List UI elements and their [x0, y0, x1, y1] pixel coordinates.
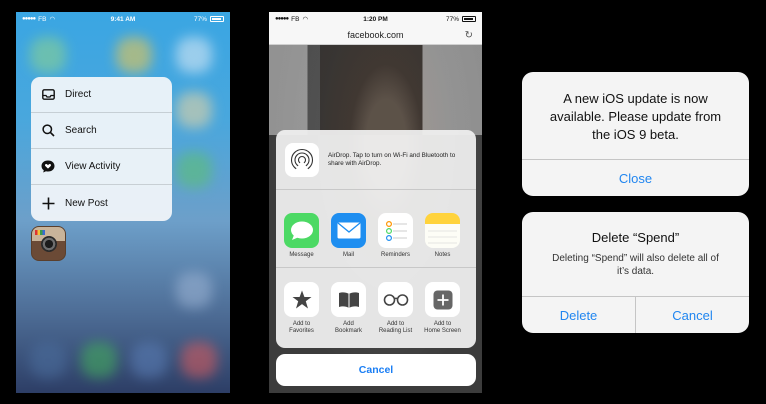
quick-action-label: New Post	[65, 197, 108, 209]
action-label-line2: Favorites	[289, 328, 314, 334]
message-icon	[284, 213, 319, 248]
delete-alert-message: Deleting “Spend” will also delete all of…	[522, 252, 749, 278]
reminders-icon	[378, 213, 413, 248]
url-text: facebook.com	[347, 30, 404, 40]
action-label-line2: Home Screen	[424, 328, 461, 334]
blurred-dock-icon	[131, 342, 167, 378]
share-apps-row: Message Mail Reminders Notes	[276, 190, 476, 268]
delete-button[interactable]: Delete	[522, 297, 636, 333]
mail-icon	[331, 213, 366, 248]
share-app-mail[interactable]: Mail	[331, 213, 366, 259]
carrier-label: FB	[38, 15, 47, 23]
action-label-line1: Add to	[433, 321, 452, 327]
share-app-label: Reminders	[380, 252, 410, 258]
blurred-app-icon	[176, 92, 212, 128]
signal-icon: ●●●●●	[275, 16, 289, 22]
glasses-icon	[378, 282, 413, 317]
blurred-app-icon	[176, 152, 212, 188]
notes-icon	[425, 213, 460, 248]
share-app-reminders[interactable]: Reminders	[378, 213, 413, 259]
blurred-app-icon	[30, 37, 66, 73]
delete-alert-title: Delete “Spend”	[591, 230, 680, 245]
wifi-icon: ◠	[49, 16, 56, 23]
delete-alert: Delete “Spend” Deleting “Spend” will als…	[522, 212, 749, 333]
blurred-dock-icon	[181, 342, 217, 378]
quick-action-view-activity[interactable]: View Activity	[31, 149, 172, 185]
alert-button-bar: Delete Cancel	[522, 296, 749, 333]
blurred-app-icon	[116, 37, 152, 73]
alert-button-bar: Close	[522, 159, 749, 196]
plus-square-icon	[425, 282, 460, 317]
reload-icon[interactable]: ↻	[465, 26, 473, 45]
battery-icon	[462, 16, 476, 22]
carrier-label: FB	[291, 15, 300, 23]
star-icon	[284, 282, 319, 317]
share-sheet: AirDrop. Tap to turn on Wi-Fi and Blueto…	[276, 130, 476, 348]
action-label-line2: Reading List	[378, 328, 413, 334]
update-alert: A new iOS update is now available. Pleas…	[522, 72, 749, 196]
airdrop-description: AirDrop. Tap to turn on Wi-Fi and Blueto…	[328, 151, 456, 167]
signal-icon: ●●●●●	[22, 16, 36, 22]
close-button[interactable]: Close	[522, 160, 749, 196]
message-line: the iOS 9 beta.	[592, 127, 679, 142]
airdrop-row[interactable]: AirDrop. Tap to turn on Wi-Fi and Blueto…	[276, 130, 476, 190]
wifi-icon: ◠	[302, 16, 309, 23]
battery-percent: 77%	[445, 15, 459, 23]
message-line: it’s data.	[616, 266, 655, 277]
blurred-app-icon	[176, 37, 212, 73]
update-alert-message: A new iOS update is now available. Pleas…	[522, 90, 749, 144]
blurred-app-icon	[176, 272, 212, 308]
share-app-label: Mail	[342, 252, 354, 258]
quick-action-label: Direct	[65, 89, 92, 100]
battery-percent: 77%	[193, 15, 207, 23]
webpage-photo	[269, 45, 482, 135]
share-cancel-button[interactable]: Cancel	[276, 354, 476, 386]
status-bar: ●●●●● FB ◠ 9:41 AM 77%	[16, 12, 230, 26]
share-app-label: Notes	[434, 252, 451, 258]
action-add-to-favorites[interactable]: Add to Favorites	[284, 282, 319, 335]
quick-action-direct[interactable]: Direct	[31, 77, 172, 113]
instagram-app-icon[interactable]	[31, 226, 66, 261]
book-icon	[331, 282, 366, 317]
message-line: A new iOS update is now	[563, 91, 708, 106]
action-label-line2: Bookmark	[334, 328, 362, 334]
quick-action-label: View Activity	[65, 161, 121, 172]
camera-lens-icon	[41, 236, 57, 252]
inbox-tray-icon	[41, 88, 55, 102]
share-sheet-panel: ●●●●● FB ◠ 1:20 PM 77% facebook.com ↻ AirD…	[269, 12, 482, 393]
magnifier-icon	[41, 124, 55, 138]
battery-icon	[210, 16, 224, 22]
action-add-to-reading-list[interactable]: Add to Reading List	[378, 282, 413, 335]
action-label-line1: Add to	[386, 321, 405, 327]
heart-bubble-icon	[41, 160, 55, 174]
share-app-message[interactable]: Message	[284, 213, 319, 259]
blurred-dock-icon	[81, 342, 117, 378]
share-app-notes[interactable]: Notes	[425, 213, 460, 259]
quick-action-label: Search	[65, 125, 97, 136]
quick-action-search[interactable]: Search	[31, 113, 172, 149]
message-line: available. Please update from	[549, 109, 722, 124]
share-app-label: Message	[289, 252, 314, 258]
cancel-button[interactable]: Cancel	[636, 297, 749, 333]
blurred-dock-icon	[30, 342, 66, 378]
action-add-to-home-screen[interactable]: Add to Home Screen	[424, 282, 461, 335]
action-label-line1: Add	[343, 321, 354, 327]
home-screen-panel: ●●●●● FB ◠ 9:41 AM 77% Direct Search View …	[16, 12, 230, 393]
plus-icon	[41, 196, 55, 210]
message-line: Deleting “Spend” will also delete all of	[552, 253, 719, 264]
address-bar[interactable]: facebook.com ↻	[269, 26, 482, 45]
action-label-line1: Add to	[292, 321, 311, 327]
action-add-bookmark[interactable]: Add Bookmark	[331, 282, 366, 335]
quick-actions-menu: Direct Search View Activity New Post	[31, 77, 172, 221]
quick-action-new-post[interactable]: New Post	[31, 185, 172, 221]
status-bar: ●●●●● FB ◠ 1:20 PM 77%	[269, 12, 482, 26]
share-actions-row: Add to Favorites Add Bookmark Add to Rea…	[276, 268, 476, 346]
instagram-stripe	[35, 230, 45, 235]
airdrop-icon	[285, 142, 319, 177]
